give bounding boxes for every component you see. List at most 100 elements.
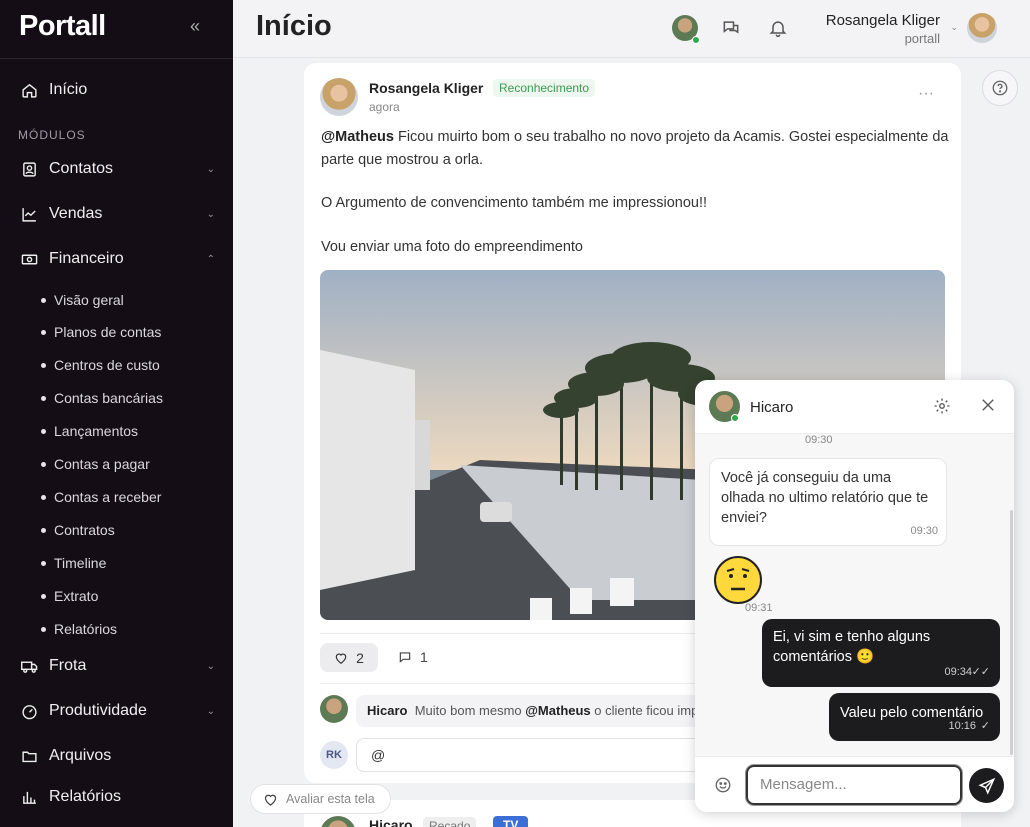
message-time: 09:30 bbox=[805, 434, 833, 446]
message-input[interactable]: Mensagem... bbox=[746, 765, 962, 805]
more-options-icon[interactable]: ··· bbox=[918, 85, 934, 103]
money-icon bbox=[20, 250, 38, 268]
bullet-icon bbox=[41, 494, 46, 500]
chat-footer: Mensagem... bbox=[695, 756, 1014, 812]
send-button[interactable] bbox=[969, 768, 1004, 803]
sidebar-subitem[interactable]: Visão geral bbox=[41, 292, 124, 308]
gauge-icon bbox=[20, 702, 38, 720]
sidebar-item-produtividade[interactable]: Produtividade ⌄ bbox=[20, 702, 215, 720]
sidebar-item-relatorios[interactable]: Relatórios bbox=[20, 788, 215, 806]
online-status-icon bbox=[731, 414, 739, 422]
sidebar-subitem-label: Relatórios bbox=[54, 621, 118, 637]
sidebar-subitem-label: Contas a pagar bbox=[54, 456, 150, 472]
close-icon[interactable] bbox=[979, 396, 999, 416]
question-icon bbox=[992, 80, 1008, 96]
sidebar-subitem[interactable]: Planos de contas bbox=[41, 324, 161, 340]
sidebar-divider bbox=[0, 58, 233, 59]
chevron-down-icon[interactable]: ⌄ bbox=[950, 22, 958, 33]
commenter-avatar[interactable] bbox=[320, 695, 348, 723]
comment-icon bbox=[399, 652, 411, 663]
chat-scrollbar[interactable] bbox=[1010, 510, 1013, 755]
message-time: 09:30 bbox=[910, 525, 938, 537]
post-timestamp: agora bbox=[369, 100, 400, 114]
bar-chart-icon bbox=[20, 788, 38, 806]
outgoing-message: Valeu pelo comentário 10:16 ✓ bbox=[829, 693, 1000, 741]
sidebar-subitem[interactable]: Contas a receber bbox=[41, 489, 161, 505]
sidebar-subitem-label: Lançamentos bbox=[54, 423, 139, 439]
check-icon: ✓ bbox=[980, 720, 990, 732]
help-button[interactable] bbox=[982, 70, 1018, 106]
bullet-icon bbox=[41, 362, 46, 368]
bullet-icon bbox=[41, 461, 46, 467]
tv-badge: TV bbox=[493, 816, 529, 827]
comments-button[interactable]: 1 bbox=[398, 649, 428, 665]
chevron-down-icon: ⌄ bbox=[206, 208, 215, 220]
sidebar-subitem[interactable]: Timeline bbox=[41, 555, 106, 571]
online-status-icon bbox=[692, 36, 700, 44]
chat-contact-name[interactable]: Hicaro bbox=[750, 399, 793, 416]
chevron-down-icon: ⌄ bbox=[206, 163, 215, 175]
sidebar-item-vendas[interactable]: Vendas ⌄ bbox=[20, 205, 215, 223]
post-text: Vou enviar uma foto do empreendimento bbox=[321, 239, 583, 255]
sidebar-item-label: Relatórios bbox=[49, 788, 122, 805]
like-count: 2 bbox=[356, 649, 364, 666]
gear-icon[interactable] bbox=[933, 397, 953, 417]
chat-icon[interactable] bbox=[721, 18, 741, 38]
comment-text: Muito bom mesmo bbox=[414, 703, 526, 718]
sidebar-item-arquivos[interactable]: Arquivos bbox=[20, 747, 215, 765]
emoji-picker-icon[interactable] bbox=[714, 776, 732, 794]
my-avatar: RK bbox=[320, 741, 348, 769]
sidebar-item-label: Vendas bbox=[49, 205, 103, 222]
sidebar-subitem[interactable]: Extrato bbox=[41, 588, 98, 604]
sidebar-subitem[interactable]: Relatórios bbox=[41, 621, 117, 637]
like-button[interactable]: 2 bbox=[320, 643, 378, 672]
user-avatar[interactable] bbox=[967, 13, 997, 43]
folder-icon bbox=[20, 747, 38, 765]
message-time: 09:31 bbox=[745, 602, 773, 614]
sidebar-item-label: Produtividade bbox=[49, 702, 147, 719]
author-avatar[interactable] bbox=[320, 816, 356, 827]
comment-author[interactable]: Hicaro bbox=[367, 703, 407, 718]
author-avatar[interactable] bbox=[320, 78, 358, 116]
contacts-icon bbox=[20, 160, 38, 178]
post-text: Ficou muirto bom o seu trabalho no novo … bbox=[321, 129, 949, 168]
bullet-icon bbox=[41, 527, 46, 533]
bell-icon[interactable] bbox=[768, 18, 788, 38]
sidebar-item-label: Financeiro bbox=[49, 250, 124, 267]
rate-screen-button[interactable]: Avaliar esta tela bbox=[250, 784, 391, 814]
message-time: 10:16 bbox=[948, 720, 976, 732]
sidebar-subitem[interactable]: Contas bancárias bbox=[41, 390, 163, 406]
user-name[interactable]: Rosangela Kliger bbox=[826, 12, 940, 29]
message-time: 09:34 bbox=[944, 666, 972, 678]
heart-icon bbox=[264, 794, 277, 806]
sidebar-subitem[interactable]: Contas a pagar bbox=[41, 456, 150, 472]
sidebar-subitem-label: Contas bancárias bbox=[54, 390, 163, 406]
sidebar-subitem[interactable]: Lançamentos bbox=[41, 423, 138, 439]
incoming-message: Você já conseguiu da uma olhada no ultim… bbox=[709, 458, 947, 546]
sidebar-subitem[interactable]: Centros de custo bbox=[41, 357, 160, 373]
page-title: Início bbox=[256, 10, 332, 42]
sidebar-subitem-label: Contas a receber bbox=[54, 489, 162, 505]
app-logo[interactable]: Portall bbox=[19, 10, 106, 43]
post-author[interactable]: Rosangela Kliger bbox=[369, 80, 483, 96]
post-text: O Argumento de convencimento também me i… bbox=[321, 195, 708, 211]
mention-link[interactable]: @Matheus bbox=[321, 129, 394, 145]
sidebar-item-label: Frota bbox=[49, 657, 87, 674]
chevron-down-icon: ⌄ bbox=[206, 660, 215, 672]
sidebar-subitem[interactable]: Contratos bbox=[41, 522, 115, 538]
chevron-down-icon: ⌄ bbox=[206, 705, 215, 717]
user-company: portall bbox=[904, 31, 940, 46]
sidebar-item-frota[interactable]: Frota ⌄ bbox=[20, 657, 215, 675]
sidebar-item-contatos[interactable]: Contatos ⌄ bbox=[20, 160, 215, 178]
bullet-icon bbox=[41, 428, 46, 434]
mention-link[interactable]: @Matheus bbox=[525, 703, 590, 718]
post-author[interactable]: Hicaro bbox=[369, 817, 413, 827]
sidebar-item-inicio[interactable]: Início bbox=[20, 81, 215, 99]
double-check-icon: ✓✓ bbox=[971, 666, 990, 678]
chat-messages[interactable]: 09:30 Você já conseguiu da uma olhada no… bbox=[695, 434, 1014, 756]
collapse-sidebar-icon[interactable]: « bbox=[190, 16, 200, 37]
sidebar-item-financeiro[interactable]: Financeiro ⌃ bbox=[20, 250, 215, 268]
bullet-icon bbox=[41, 297, 46, 303]
sidebar-item-label: Início bbox=[49, 81, 88, 98]
bullet-icon bbox=[41, 395, 46, 401]
